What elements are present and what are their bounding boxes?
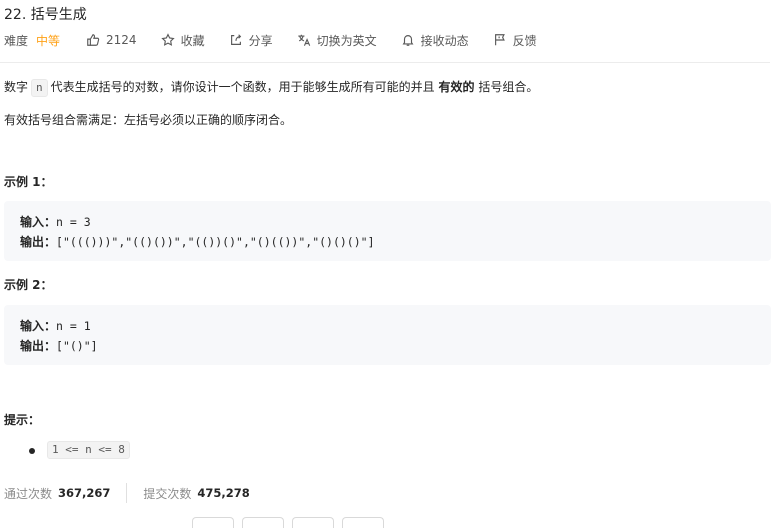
accepted-label: 通过次数 — [4, 486, 53, 501]
hints-heading: 提示： — [4, 413, 41, 427]
related-tags-row — [192, 517, 392, 528]
description-text: 代表生成括号的对数，请你设计一个函数，用于能够生成所有可能的并且 — [50, 80, 435, 94]
description-text: 括号组合。 — [478, 80, 539, 94]
switch-language-button[interactable]: 切换为英文 — [297, 32, 377, 49]
difficulty-badge: 中等 — [36, 33, 61, 48]
header-divider — [0, 62, 770, 63]
feedback-label: 反馈 — [512, 33, 537, 48]
stats-divider — [126, 483, 128, 503]
hint-constraint: 1 <= n <= 8 — [47, 441, 130, 459]
share-label: 分享 — [248, 33, 273, 48]
submission-stats: 通过次数 367,267 提交次数 475,278 — [4, 483, 250, 503]
input-label: 输入： — [20, 215, 57, 229]
description-paragraph-2: 有效括号组合需满足：左括号必须以正确的顺序闭合。 — [4, 113, 293, 127]
submitted-label: 提交次数 — [143, 486, 192, 501]
problem-toolbar: 难度 中等 2124 收藏 分享 切换为英文 接收动态 反馈 — [4, 31, 561, 49]
bullet-icon — [29, 448, 35, 454]
star-icon — [160, 33, 175, 47]
bell-icon — [401, 33, 415, 47]
tag-button[interactable] — [342, 517, 384, 528]
description-text: 数字 — [4, 80, 29, 94]
example-output-line: 输出：["((()))","(()())","(())()","()(())",… — [20, 233, 375, 250]
input-label: 输入： — [20, 319, 57, 333]
tag-button[interactable] — [192, 517, 234, 528]
thumbs-up-icon — [86, 33, 100, 47]
example-heading: 示例 1： — [4, 175, 53, 189]
problem-description-page: 22. 括号生成 难度 中等 2124 收藏 分享 切换为英文 接收动态 反馈 … — [0, 0, 779, 528]
example-code-block: 输入：n = 3 输出：["((()))","(()())","(())()",… — [4, 201, 771, 261]
description-paragraph-1: 数字 n 代表生成括号的对数，请你设计一个函数，用于能够生成所有可能的并且 有效的 … — [4, 78, 538, 97]
subscribe-button[interactable]: 接收动态 — [401, 32, 469, 49]
favorite-label: 收藏 — [180, 33, 205, 48]
favorite-button[interactable]: 收藏 — [160, 32, 205, 49]
share-button[interactable]: 分享 — [229, 32, 273, 49]
input-value: n = 1 — [56, 319, 91, 333]
like-button[interactable]: 2124 — [86, 33, 137, 47]
description-emphasis: 有效的 — [438, 80, 475, 94]
input-value: n = 3 — [56, 215, 91, 229]
feedback-button[interactable]: 反馈 — [493, 32, 537, 49]
accepted-count: 367,267 — [58, 486, 111, 500]
tag-button[interactable] — [292, 517, 334, 528]
output-value: ["()"] — [56, 339, 98, 353]
submitted-count: 475,278 — [197, 486, 250, 500]
example-input-line: 输入：n = 1 — [20, 317, 91, 334]
translate-icon — [297, 33, 311, 47]
output-value: ["((()))","(()())","(())()","()(())","()… — [56, 235, 375, 249]
example-output-line: 输出：["()"] — [20, 337, 98, 354]
switch-language-label: 切换为英文 — [316, 33, 377, 48]
example-heading: 示例 2： — [4, 278, 53, 292]
inline-code: n — [31, 79, 48, 97]
output-label: 输出： — [20, 235, 57, 249]
flag-icon — [493, 33, 507, 47]
output-label: 输出： — [20, 339, 57, 353]
share-icon — [229, 33, 243, 47]
example-code-block: 输入：n = 1 输出：["()"] — [4, 305, 771, 365]
example-input-line: 输入：n = 3 — [20, 213, 91, 230]
like-count: 2124 — [106, 33, 137, 47]
subscribe-label: 接收动态 — [420, 33, 469, 48]
difficulty-label: 难度 — [4, 33, 29, 48]
tag-button[interactable] — [242, 517, 284, 528]
problem-title: 22. 括号生成 — [4, 7, 87, 23]
